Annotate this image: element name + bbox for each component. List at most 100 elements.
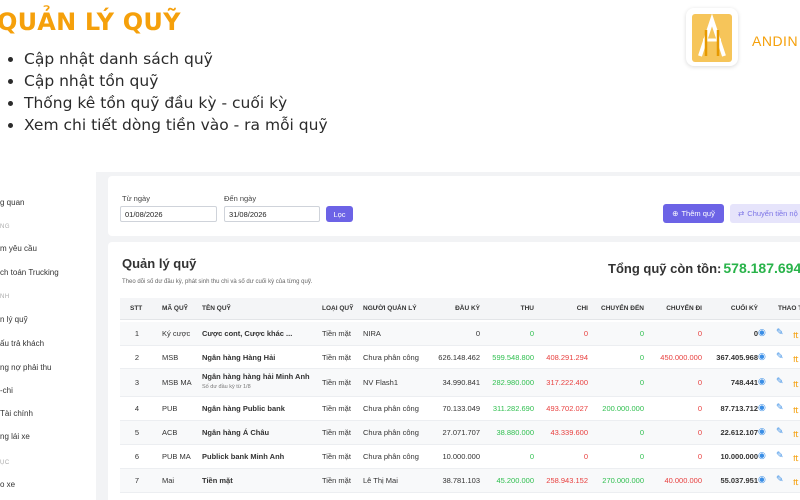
cell-expense: 0 bbox=[583, 329, 588, 338]
table-row[interactable]: 5 ACB Ngân hàng Á Châu Tiền mặt Chưa phân cô… bbox=[120, 421, 800, 445]
cell-opening: 0 bbox=[475, 329, 480, 338]
view-eye-icon[interactable]: ◉ bbox=[758, 427, 766, 437]
funds-title: Quản lý quỹ bbox=[122, 256, 197, 271]
cell-opening: 27.071.707 bbox=[442, 428, 480, 437]
edit-pencil-icon[interactable]: ✎ bbox=[776, 475, 784, 485]
cell-manager: Chưa phân công bbox=[363, 428, 419, 437]
history-icon[interactable]: ₶ bbox=[793, 403, 799, 416]
bullet-item: Cập nhật danh sách quỹ bbox=[8, 48, 328, 70]
cell-type: Tiền mặt bbox=[322, 452, 351, 461]
cell-transfer-out: 0 bbox=[697, 452, 702, 461]
cell-code: Ký cược bbox=[162, 329, 191, 338]
cell-stt: 5 bbox=[134, 428, 140, 437]
cell-code: MSB MA bbox=[162, 378, 192, 387]
sidebar-item-trucking[interactable]: ch toán Trucking bbox=[0, 268, 59, 277]
cell-transfer-in: 200.000.000 bbox=[602, 404, 644, 413]
add-fund-button[interactable]: ⊕ Thêm quỹ bbox=[663, 204, 724, 223]
col-header-opening: ĐẦU KỲ bbox=[455, 305, 480, 312]
to-date-input[interactable]: 31/08/2026 bbox=[224, 206, 320, 222]
cell-transfer-in: 0 bbox=[639, 428, 644, 437]
col-header-actions: THAO TÁ bbox=[778, 305, 800, 312]
cell-expense: 408.291.294 bbox=[546, 352, 588, 362]
view-eye-icon[interactable]: ◉ bbox=[758, 377, 766, 387]
col-header-transfer-in: CHUYỂN ĐẾN bbox=[601, 305, 644, 312]
cell-name: Ngân hàng Á Châu bbox=[202, 428, 270, 437]
cell-manager: NV Flash1 bbox=[363, 378, 399, 387]
cell-type: Tiền mặt bbox=[322, 329, 351, 338]
transfer-money-button[interactable]: ⇄ Chuyển tiền nộ bbox=[730, 204, 800, 223]
cell-name: Tiền mặt bbox=[202, 476, 233, 485]
history-icon[interactable]: ₶ bbox=[793, 451, 799, 464]
cell-type: Tiền mặt bbox=[322, 428, 351, 437]
edit-pencil-icon[interactable]: ✎ bbox=[776, 427, 784, 437]
cell-type: Tiền mặt bbox=[322, 476, 351, 485]
view-eye-icon[interactable]: ◉ bbox=[758, 328, 766, 338]
edit-pencil-icon[interactable]: ✎ bbox=[776, 377, 784, 387]
from-date-input[interactable]: 01/08/2026 bbox=[120, 206, 217, 222]
cell-expense: 43.339.600 bbox=[550, 428, 588, 437]
cell-transfer-out: 0 bbox=[697, 329, 702, 338]
sidebar-item-driver-wages[interactable]: ng lái xe bbox=[0, 432, 30, 441]
table-row[interactable]: 2 MSB Ngân hàng Hàng Hải Tiền mặt Chưa phân … bbox=[120, 346, 800, 369]
view-eye-icon[interactable]: ◉ bbox=[758, 475, 766, 485]
table-row[interactable]: 6 PUB MA Publick bank Minh Anh Tiền mặt Chưa… bbox=[120, 445, 800, 469]
cell-closing: 10.000.000 bbox=[720, 452, 758, 461]
cell-stt: 1 bbox=[134, 329, 140, 338]
edit-pencil-icon[interactable]: ✎ bbox=[776, 352, 784, 362]
app-window: g quan NG m yêu cầu ch toán Trucking NH … bbox=[0, 172, 800, 500]
view-eye-icon[interactable]: ◉ bbox=[758, 403, 766, 413]
sidebar-item-income-expense[interactable]: -chi bbox=[0, 386, 13, 395]
cell-closing: 22.612.107 bbox=[720, 428, 758, 437]
table-row[interactable]: 3 MSB MA Ngân hàng hàng hải Minh Anh Tiền m… bbox=[120, 369, 800, 397]
cell-income: 0 bbox=[529, 329, 534, 338]
sidebar-item-requests[interactable]: m yêu cầu bbox=[0, 244, 37, 253]
cell-stt: 3 bbox=[134, 378, 140, 387]
cell-code: MSB bbox=[162, 352, 179, 362]
total-funds-value: 578.187.694 bbox=[723, 260, 800, 276]
filter-button[interactable]: Lọc bbox=[326, 206, 353, 222]
table-row[interactable]: 7 Mai Tiền mặt Tiền mặt Lê Thị Mai 38.781.103… bbox=[120, 469, 800, 493]
cell-code: PUB MA bbox=[162, 452, 191, 461]
history-icon[interactable]: ₶ bbox=[793, 352, 799, 365]
cell-name: Ngân hàng Hàng Hải bbox=[202, 352, 276, 362]
cell-expense: 0 bbox=[583, 452, 588, 461]
history-icon[interactable]: ₶ bbox=[793, 427, 799, 440]
sidebar-item-customer-payments[interactable]: ấu trả khách bbox=[0, 339, 44, 348]
cell-transfer-out: 0 bbox=[697, 378, 702, 387]
cell-expense: 258.943.152 bbox=[546, 476, 588, 485]
cell-income: 0 bbox=[529, 452, 534, 461]
sidebar-item-finance[interactable]: Tài chính bbox=[0, 409, 33, 418]
cell-transfer-in: 0 bbox=[639, 329, 644, 338]
view-eye-icon[interactable]: ◉ bbox=[758, 352, 766, 362]
table-row[interactable]: 1 Ký cược Cược cont, Cược khác ... Tiền mặt… bbox=[120, 322, 800, 346]
cell-manager: Chưa phân công bbox=[363, 352, 419, 362]
cell-manager: Chưa phân công bbox=[363, 452, 419, 461]
cell-transfer-in: 0 bbox=[639, 378, 644, 387]
sidebar-item-overview[interactable]: g quan bbox=[0, 198, 24, 207]
cell-opening: 626.148.462 bbox=[438, 352, 480, 362]
history-icon[interactable]: ₶ bbox=[793, 377, 799, 390]
col-header-name: TÊN QUỸ bbox=[202, 305, 231, 312]
table-row[interactable]: 4 PUB Ngân hàng Public bank Tiền mặt Chưa ph… bbox=[120, 397, 800, 421]
cell-code: ACB bbox=[162, 428, 178, 437]
cell-name: Publick bank Minh Anh bbox=[202, 452, 285, 461]
total-funds-label: Tổng quỹ còn tồn: bbox=[608, 261, 722, 276]
history-icon[interactable]: ₶ bbox=[793, 328, 799, 341]
history-icon[interactable]: ₶ bbox=[793, 475, 799, 488]
cell-opening: 70.133.049 bbox=[442, 404, 480, 413]
cell-transfer-in: 270.000.000 bbox=[602, 476, 644, 485]
edit-pencil-icon[interactable]: ✎ bbox=[776, 451, 784, 461]
cell-stt: 2 bbox=[134, 352, 140, 362]
edit-pencil-icon[interactable]: ✎ bbox=[776, 328, 784, 338]
bullet-item: Xem chi tiết dòng tiền vào - ra mỗi quỹ bbox=[8, 114, 328, 136]
cell-manager: Chưa phân công bbox=[363, 404, 419, 413]
cell-name: Ngân hàng hàng hải Minh Anh bbox=[202, 372, 310, 381]
edit-pencil-icon[interactable]: ✎ bbox=[776, 403, 784, 413]
sidebar-item-vehicles[interactable]: o xe bbox=[0, 480, 15, 489]
feature-bullet-list: Cập nhật danh sách quỹ Cập nhật tồn quỹ … bbox=[8, 48, 328, 136]
view-eye-icon[interactable]: ◉ bbox=[758, 451, 766, 461]
from-date-label: Từ ngày bbox=[122, 194, 150, 203]
cell-transfer-in: 0 bbox=[639, 352, 644, 362]
sidebar-item-funds[interactable]: n lý quỹ bbox=[0, 315, 28, 324]
sidebar-item-receivables[interactable]: ng nợ phải thu bbox=[0, 363, 52, 372]
